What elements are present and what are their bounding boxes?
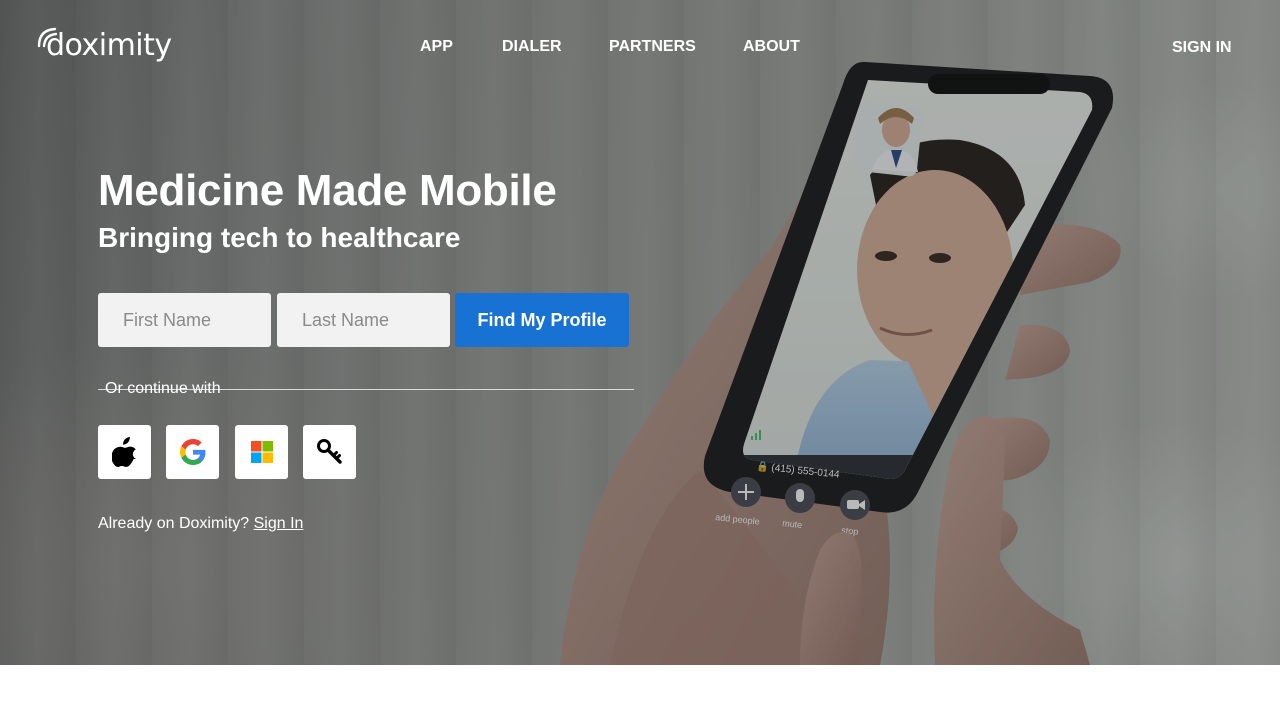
hero-section: 🔒 (415) 555-0144 add people mute stop do… — [0, 0, 1280, 665]
google-sign-in-button[interactable] — [166, 425, 219, 479]
apple-sign-in-button[interactable] — [98, 425, 151, 479]
key-icon — [316, 439, 342, 464]
already-member-label: Already on Doximity? — [98, 515, 250, 532]
microsoft-icon — [250, 441, 273, 463]
find-my-profile-button[interactable]: Find My Profile — [455, 293, 629, 347]
page-subtitle: Bringing tech to healthcare — [98, 222, 461, 253]
page-title: Medicine Made Mobile — [98, 166, 557, 215]
nav-app[interactable]: APP — [420, 37, 453, 57]
apple-icon — [111, 437, 136, 467]
first-name-input[interactable] — [98, 293, 271, 347]
nav-partners[interactable]: PARTNERS — [609, 37, 696, 57]
microsoft-sign-in-button[interactable] — [235, 425, 288, 479]
or-continue-divider: Or continue with — [98, 378, 634, 400]
google-icon — [179, 439, 205, 465]
sign-in-link[interactable]: Sign In — [254, 515, 304, 532]
doximity-logo[interactable]: doximity — [37, 26, 172, 66]
or-continue-label: Or continue with — [105, 380, 221, 397]
already-member-text: Already on Doximity? Sign In — [98, 513, 303, 535]
last-name-input[interactable] — [277, 293, 450, 347]
passkey-sign-in-button[interactable] — [303, 425, 356, 479]
nav-about[interactable]: ABOUT — [743, 37, 800, 57]
logo-arc-icon — [37, 27, 58, 48]
header-sign-in-link[interactable]: SIGN IN — [1172, 38, 1232, 58]
nav-dialer[interactable]: DIALER — [502, 37, 562, 57]
